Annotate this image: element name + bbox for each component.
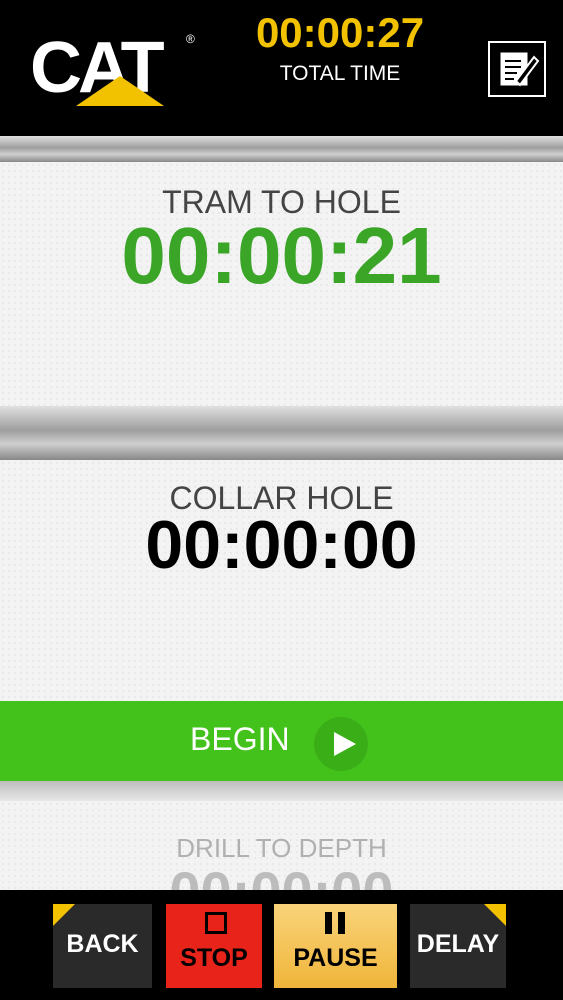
bottom-toolbar: BACK STOP PAUSE DELAY — [0, 890, 563, 1000]
separator-rail — [0, 136, 563, 162]
total-time-label: TOTAL TIME — [279, 62, 401, 85]
cat-logo: CAT ® — [30, 28, 195, 108]
notes-button[interactable] — [488, 41, 546, 97]
pause-label: PAUSE — [293, 944, 378, 972]
step-panel-tram: TRAM TO HOLE 00:00:21 — [0, 162, 563, 406]
separator-rail — [0, 781, 563, 801]
corner-marker — [53, 904, 75, 926]
corner-marker — [484, 904, 506, 926]
begin-button[interactable]: BEGIN — [0, 701, 563, 781]
back-button[interactable]: BACK — [53, 904, 152, 988]
play-icon — [314, 717, 368, 771]
stop-button[interactable]: STOP — [166, 904, 262, 988]
step-time: 00:00:00 — [145, 507, 418, 583]
stop-label: STOP — [180, 944, 248, 972]
notepad-pencil-icon — [500, 52, 540, 87]
step-panel-drill: DRILL TO DEPTH 00:00:00 — [0, 801, 563, 890]
back-label: BACK — [66, 930, 139, 958]
delay-label: DELAY — [416, 930, 500, 958]
separator-rail — [0, 406, 563, 460]
pause-icon — [325, 912, 345, 934]
pause-button[interactable]: PAUSE — [274, 904, 397, 988]
logo-triangle — [76, 76, 164, 106]
header-bar: CAT ® 00:00:27 TOTAL TIME — [0, 0, 563, 136]
step-panel-collar: COLLAR HOLE 00:00:00 — [0, 460, 563, 701]
registered-mark: ® — [186, 32, 195, 46]
begin-label: BEGIN — [190, 721, 290, 757]
delay-button[interactable]: DELAY — [410, 904, 506, 988]
total-time-value: 00:00:27 — [255, 9, 425, 56]
step-time: 00:00:21 — [121, 211, 442, 300]
step-time: 00:00:00 — [0, 859, 563, 890]
stop-icon — [205, 912, 227, 934]
